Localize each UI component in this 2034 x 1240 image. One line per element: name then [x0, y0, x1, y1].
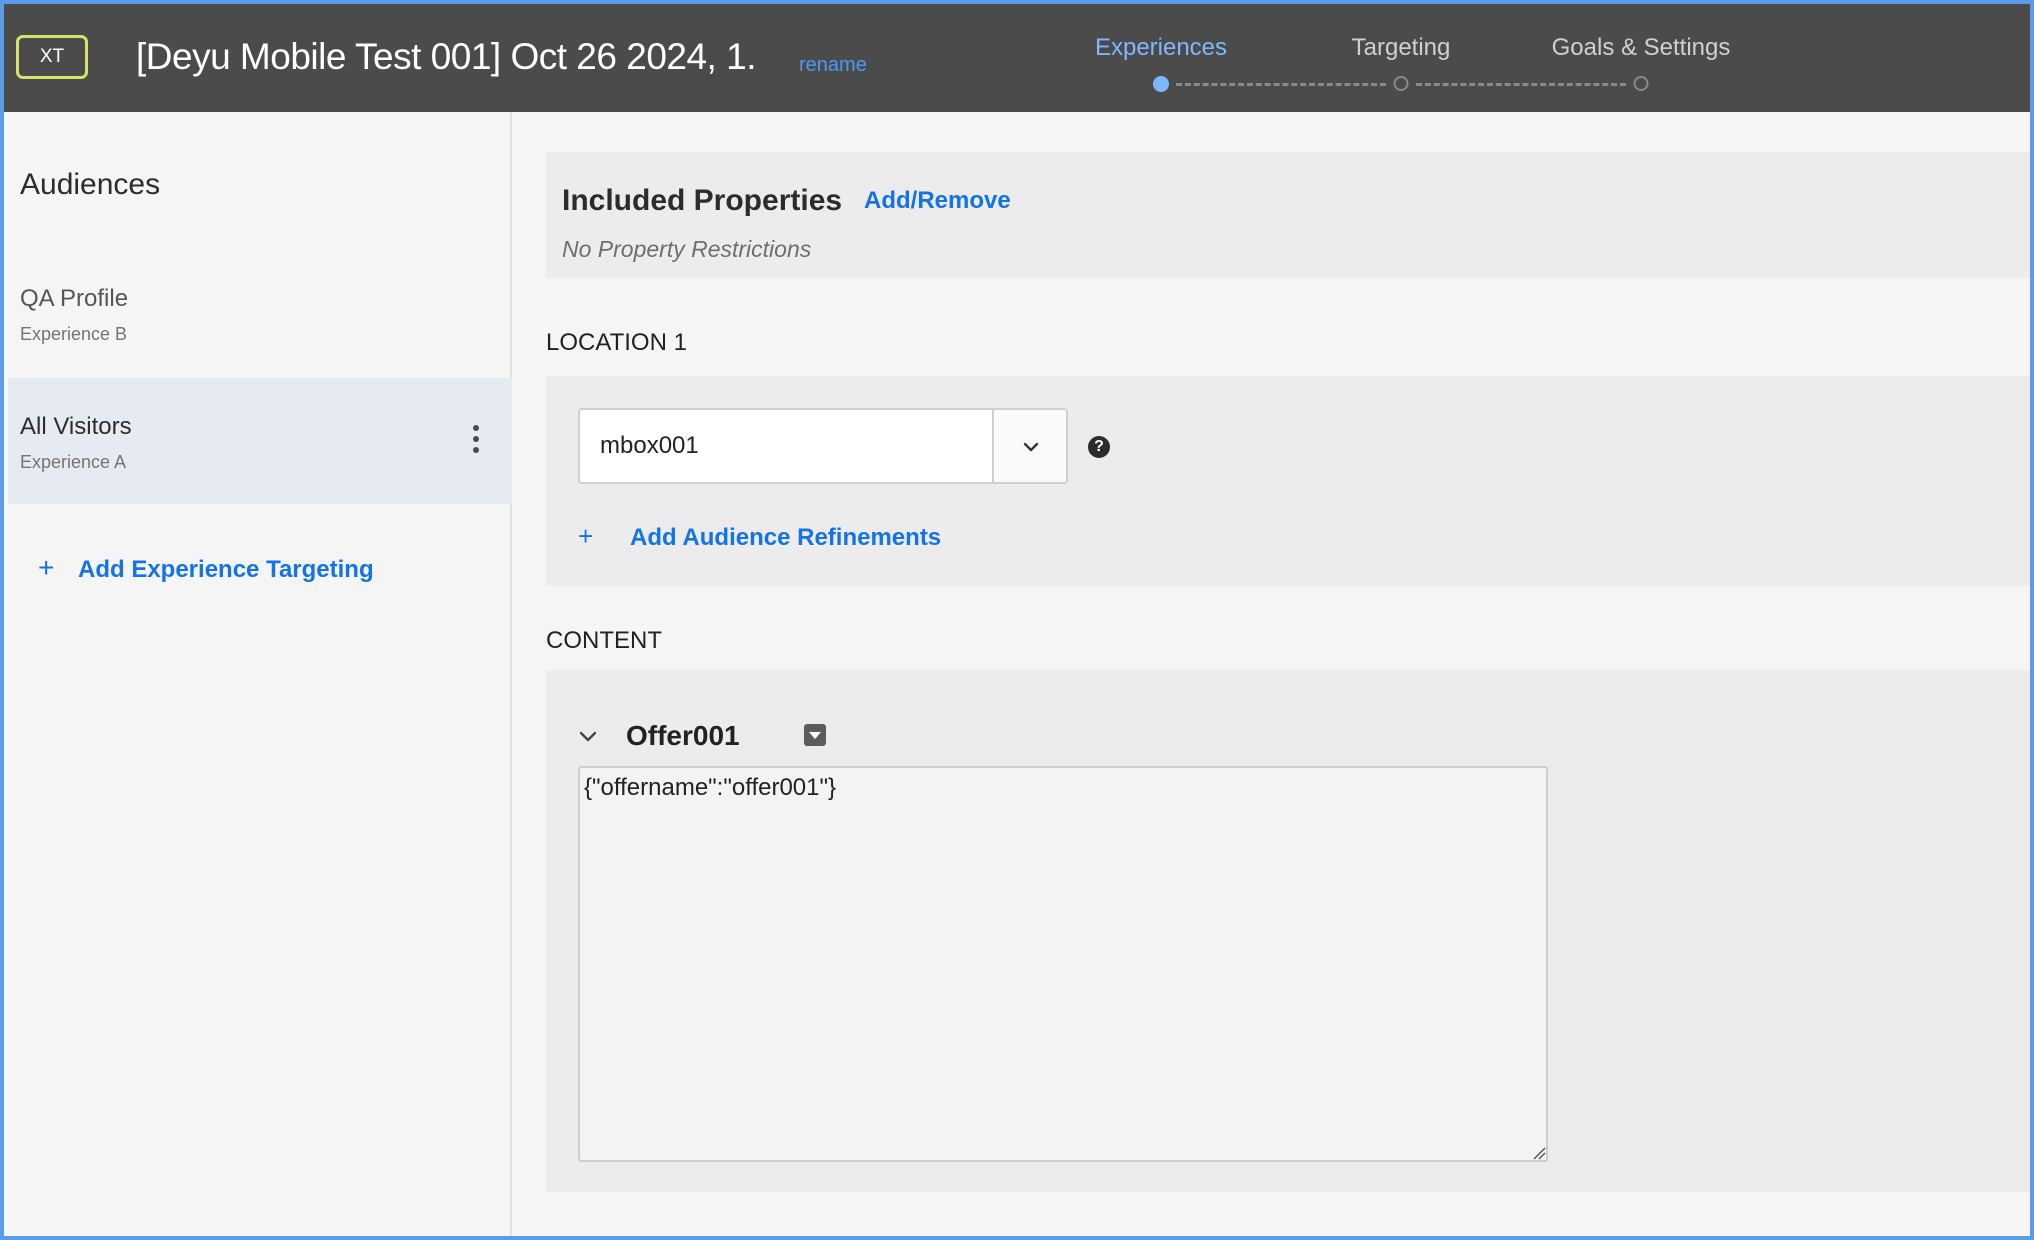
audience-item-all-visitors[interactable]: All Visitors Experience A [8, 378, 512, 504]
mbox-dropdown-button[interactable] [992, 410, 1066, 482]
add-experience-targeting-label: Add Experience Targeting [78, 556, 374, 583]
plus-icon: + [578, 521, 594, 551]
included-properties-panel: Included Properties Add/Remove No Proper… [546, 152, 2030, 278]
resize-handle-icon[interactable] [1532, 1146, 1546, 1160]
audiences-sidebar: Audiences QA Profile Experience B All Vi… [8, 112, 512, 1236]
main-content: Included Properties Add/Remove No Proper… [514, 112, 2030, 1236]
plus-icon: + [38, 552, 55, 583]
step-connector [1416, 83, 1626, 86]
activity-type-badge: XT [16, 35, 88, 79]
audience-name: All Visitors [20, 413, 132, 440]
add-audience-refinements-label: Add Audience Refinements [630, 524, 942, 551]
app-window: XT [Deyu Mobile Test 001] Oct 26 2024, 1… [0, 0, 2034, 1240]
included-properties-title: Included Properties [562, 184, 843, 217]
audience-name: QA Profile [20, 285, 129, 312]
location-panel: mbox001 ? + Add Audience Refinements [546, 376, 2030, 586]
offer-header: Offer001 [578, 716, 1178, 756]
audience-experience: Experience B [20, 324, 128, 344]
help-icon[interactable]: ? [1088, 436, 1110, 458]
chevron-down-icon[interactable] [578, 730, 598, 744]
mbox-select-value: mbox001 [600, 432, 699, 459]
step-indicator-experiences[interactable] [1153, 76, 1169, 92]
step-indicator-targeting[interactable] [1393, 76, 1409, 91]
offer-name: Offer001 [626, 720, 740, 751]
mbox-select[interactable]: mbox001 [578, 408, 1068, 484]
more-options-icon[interactable] [466, 425, 486, 455]
offer-menu-icon[interactable] [804, 724, 826, 746]
step-goals-settings[interactable]: Goals & Settings [1552, 33, 1731, 63]
property-restrictions-status: No Property Restrictions [562, 236, 812, 262]
add-remove-properties-link[interactable]: Add/Remove [864, 186, 1011, 216]
rename-link[interactable]: rename [799, 52, 867, 78]
step-connector [1176, 83, 1386, 86]
activity-header: XT [Deyu Mobile Test 001] Oct 26 2024, 1… [4, 4, 2030, 112]
content-panel: Offer001 {"offername":"offer001"} [546, 670, 2030, 1192]
location-section-title: LOCATION 1 [546, 329, 687, 356]
step-targeting[interactable]: Targeting [1352, 33, 1451, 63]
audience-item-qa-profile[interactable]: QA Profile Experience B [8, 252, 512, 378]
offer-content-editor[interactable]: {"offername":"offer001"} [578, 766, 1548, 1162]
step-indicator-goals[interactable] [1633, 76, 1649, 91]
step-experiences[interactable]: Experiences [1095, 33, 1227, 63]
add-experience-targeting-button[interactable]: + Add Experience Targeting [38, 550, 374, 586]
add-audience-refinements-button[interactable]: + Add Audience Refinements [578, 521, 941, 553]
audience-experience: Experience A [20, 452, 127, 472]
content-section-title: CONTENT [546, 627, 662, 654]
chevron-down-icon [1023, 442, 1039, 452]
activity-title: [Deyu Mobile Test 001] Oct 26 2024, 1... [136, 36, 756, 77]
audiences-heading: Audiences [20, 168, 161, 201]
workflow-steps: Experiences Targeting Goals & Settings [1054, 28, 1754, 98]
